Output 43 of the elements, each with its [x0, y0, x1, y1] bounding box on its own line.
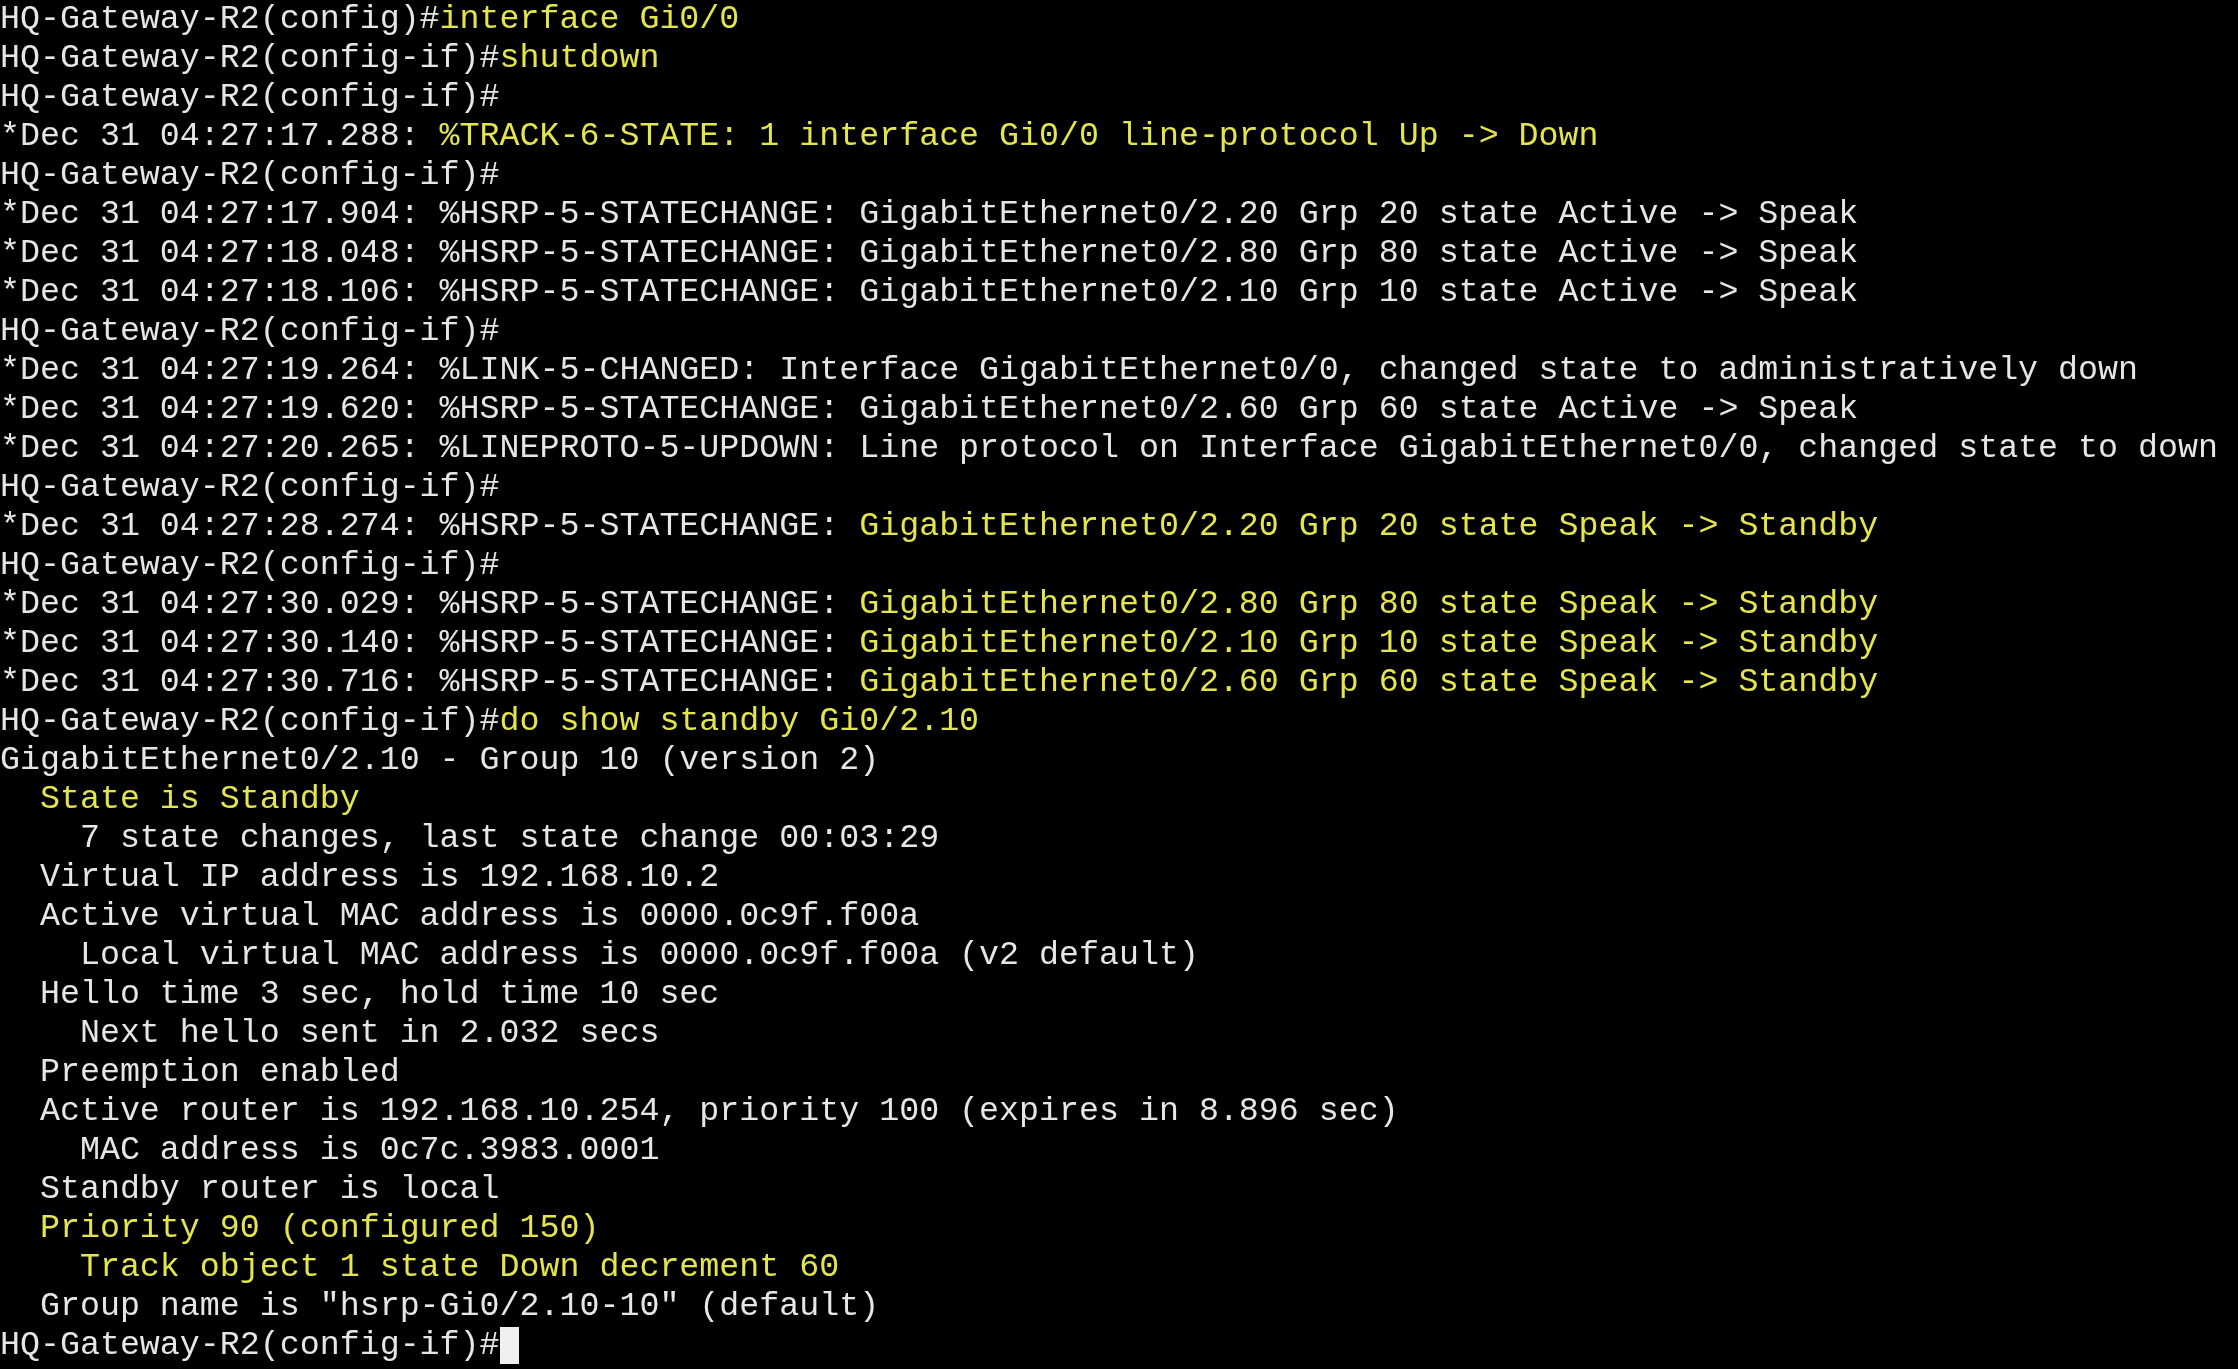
- terminal-text: Next hello sent in 2.032 secs: [78, 1014, 660, 1053]
- terminal-text: Priority 90 (configured 150): [38, 1209, 600, 1248]
- terminal-text: GigabitEthernet0/2.80 Grp 80 state Speak -> Standby: [859, 585, 1879, 624]
- terminal-text: GigabitEthernet0/2.10 - Group 10 (version 2): [0, 741, 880, 780]
- terminal-text: HQ-Gateway-R2(config-if)#: [0, 39, 500, 78]
- terminal-text: HQ-Gateway-R2(config-if)#: [0, 468, 500, 507]
- terminal-text: *Dec 31 04:27:18.048: %HSRP-5-STATECHANGE: GigabitEthernet0/2.80 Grp 80 state Active -> Speak: [0, 234, 1859, 273]
- terminal-text: HQ-Gateway-R2(config)#: [0, 0, 440, 39]
- terminal-text: %TRACK-6-STATE: 1 interface Gi0/0 line-protocol Up -> Down: [439, 117, 1599, 156]
- terminal-text: *Dec 31 04:27:19.620: %HSRP-5-STATECHANGE: GigabitEthernet0/2.60 Grp 60 state Active -> Speak: [0, 390, 1859, 429]
- terminal-text: HQ-Gateway-R2(config-if)#: [0, 156, 500, 195]
- terminal-text: Track object 1 state Down decrement 60: [78, 1248, 840, 1287]
- terminal-text: MAC address is 0c7c.3983.0001: [78, 1131, 660, 1170]
- terminal-text: Hello time 3 sec, hold time 10 sec: [38, 975, 720, 1014]
- terminal-text: Local virtual MAC address is 0000.0c9f.f00a (v2 default): [78, 936, 1199, 975]
- terminal-text: GigabitEthernet0/2.10 Grp 10 state Speak -> Standby: [859, 624, 1879, 663]
- terminal-text: State is Standby: [38, 780, 360, 819]
- terminal-text: shutdown: [499, 39, 660, 78]
- terminal-text: *Dec 31 04:27:30.716: %HSRP-5-STATECHANGE:: [0, 663, 841, 702]
- terminal-text: *Dec 31 04:27:17.288:: [0, 117, 421, 156]
- terminal-text: Active router is 192.168.10.254, priority 100 (expires in 8.896 sec): [38, 1092, 1399, 1131]
- terminal-text: 7 state changes, last state change 00:03:29: [78, 819, 940, 858]
- terminal-text: *Dec 31 04:27:17.904: %HSRP-5-STATECHANGE: GigabitEthernet0/2.20 Grp 20 state Active -> Speak: [0, 195, 1859, 234]
- terminal-text: HQ-Gateway-R2(config-if)#: [0, 78, 500, 117]
- terminal-text: Standby router is local: [38, 1170, 500, 1209]
- terminal-text: *Dec 31 04:27:28.274: %HSRP-5-STATECHANGE:: [0, 507, 841, 546]
- terminal-text: Preemption enabled: [38, 1053, 400, 1092]
- terminal-text: GigabitEthernet0/2.60 Grp 60 state Speak -> Standby: [859, 663, 1879, 702]
- terminal-text: do show standby Gi0/2.10: [499, 702, 980, 741]
- terminal-text: *Dec 31 04:27:30.029: %HSRP-5-STATECHANGE:: [0, 585, 841, 624]
- terminal-text: HQ-Gateway-R2(config-if)#: [0, 1326, 500, 1365]
- terminal-text: *Dec 31 04:27:19.264: %LINK-5-CHANGED: Interface GigabitEthernet0/0, changed state to administratively down: [0, 351, 2138, 390]
- terminal-text: Group name is "hsrp-Gi0/2.10-10" (default): [38, 1287, 880, 1326]
- terminal-text: *Dec 31 04:27:20.265: %LINEPROTO-5-UPDOWN: Line protocol on Interface GigabitEthernet0/0, changed state to down: [0, 429, 2218, 468]
- terminal-text: Active virtual MAC address is 0000.0c9f.f00a: [38, 897, 920, 936]
- terminal-text: HQ-Gateway-R2(config-if)#: [0, 546, 500, 585]
- terminal-text: HQ-Gateway-R2(config-if)#: [0, 702, 500, 741]
- terminal-text: Virtual IP address is 192.168.10.2: [38, 858, 720, 897]
- terminal-text: *Dec 31 04:27:30.140: %HSRP-5-STATECHANGE:: [0, 624, 841, 663]
- terminal-text: interface Gi0/0: [439, 0, 740, 39]
- terminal-text: HQ-Gateway-R2(config-if)#: [0, 312, 500, 351]
- terminal-text: GigabitEthernet0/2.20 Grp 20 state Speak -> Standby: [859, 507, 1879, 546]
- terminal-text: *Dec 31 04:27:18.106: %HSRP-5-STATECHANGE: GigabitEthernet0/2.10 Grp 10 state Active -> Speak: [0, 273, 1859, 312]
